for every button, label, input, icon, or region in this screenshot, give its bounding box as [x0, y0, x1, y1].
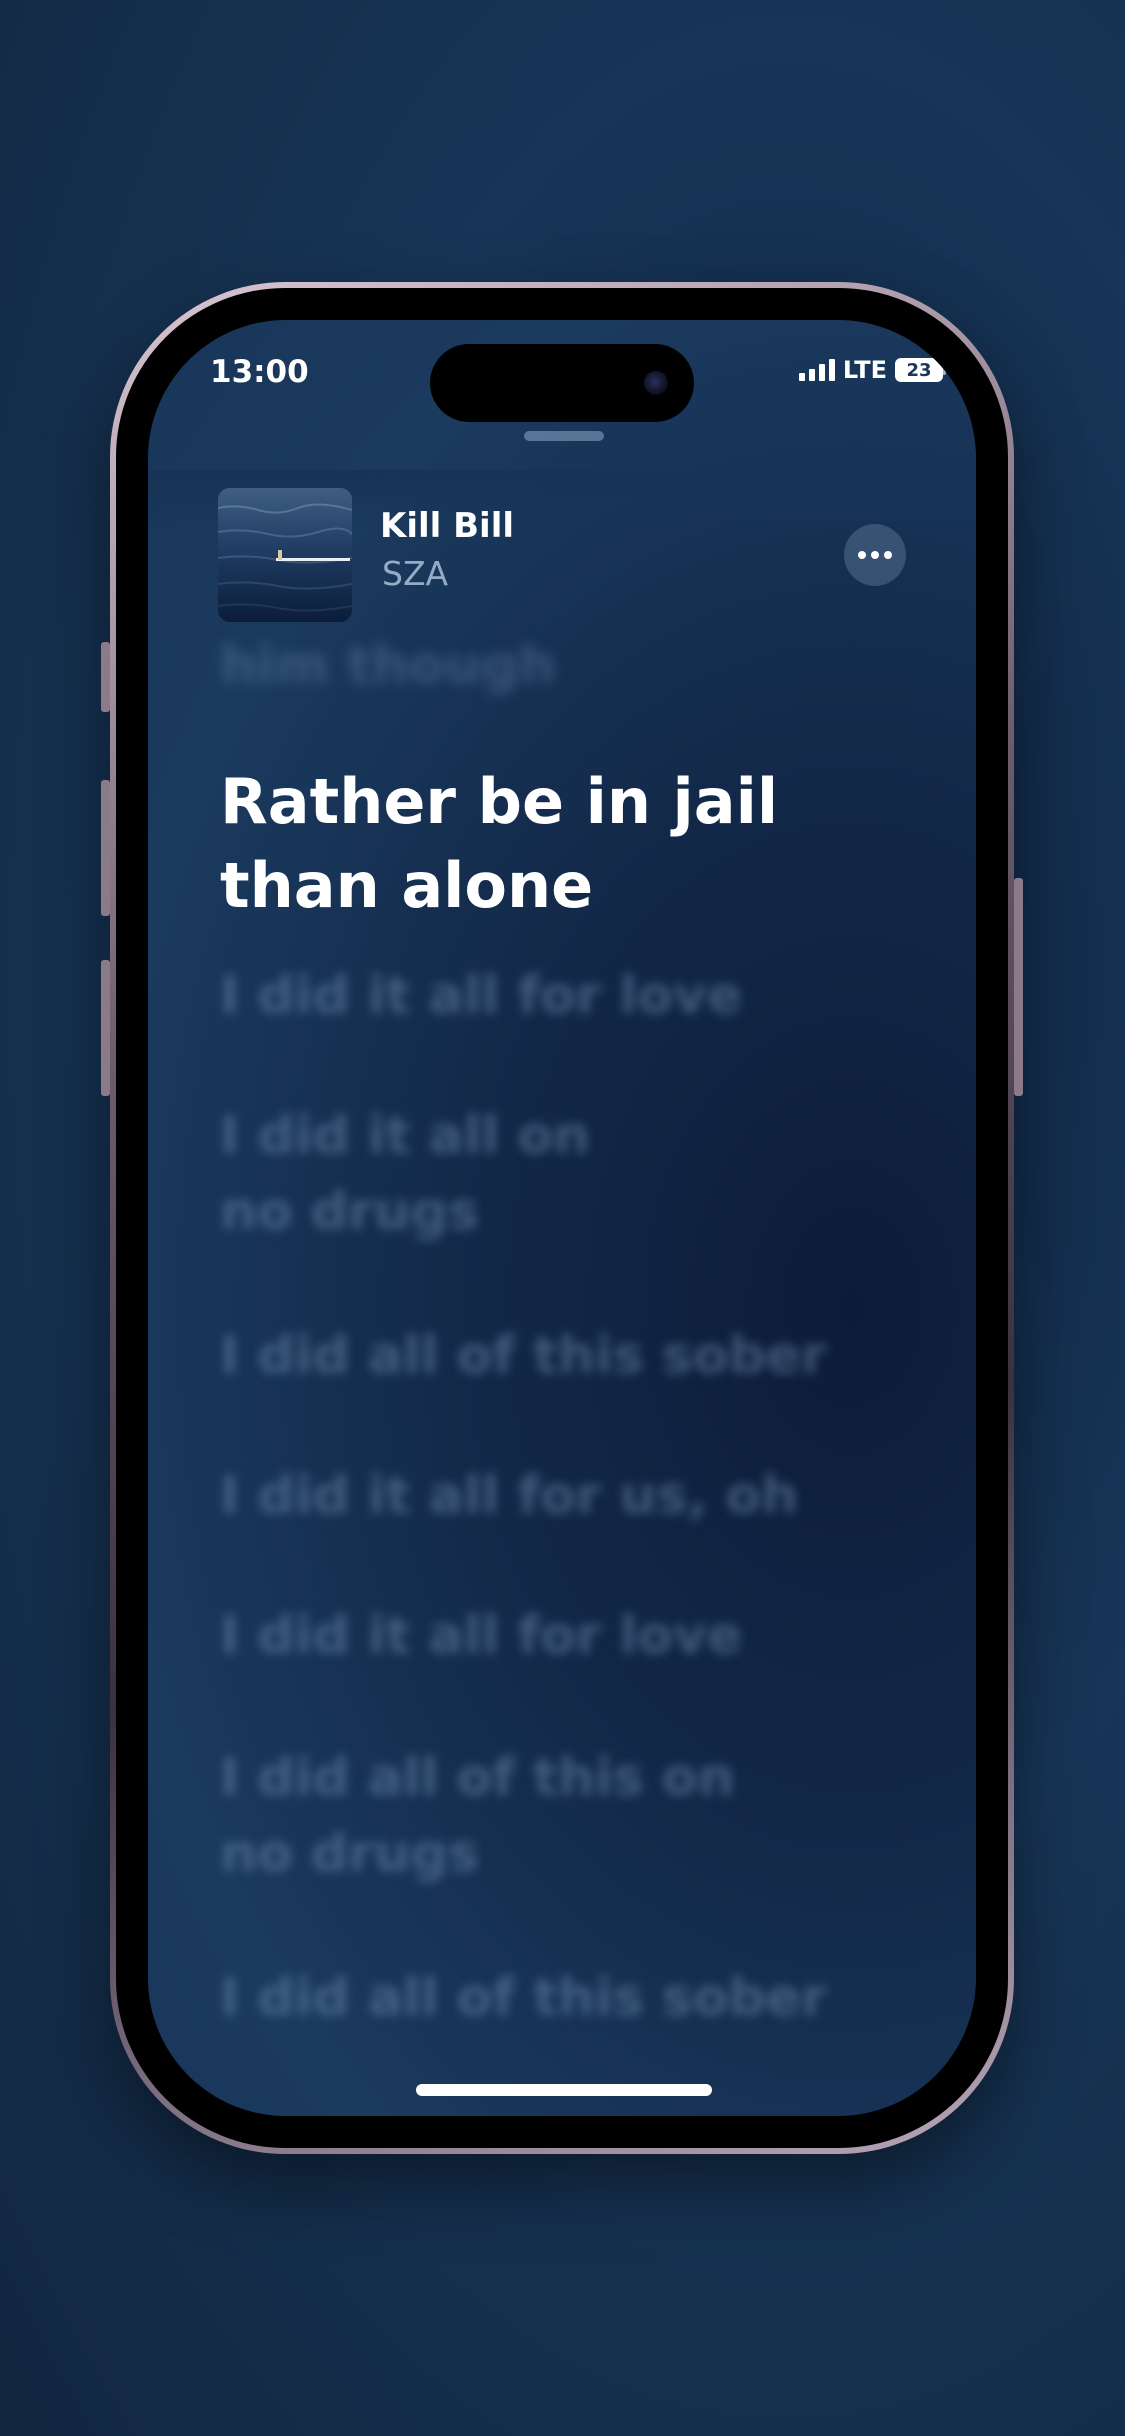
- lyric-line-current[interactable]: Rather be in jail than alone: [220, 760, 920, 928]
- lyric-line-upcoming[interactable]: I did all of this on no drugs: [220, 1740, 920, 1892]
- sheet-grabber[interactable]: [524, 431, 604, 441]
- battery-level: 23: [906, 359, 932, 381]
- status-indicators: LTE 23: [798, 356, 946, 384]
- screen: 13:00 LTE 23 him though Rather be in jai…: [148, 320, 976, 2116]
- track-artist[interactable]: SZA: [382, 554, 448, 593]
- lyric-line-upcoming[interactable]: I did it all for love: [220, 1598, 920, 1674]
- track-title[interactable]: Kill Bill: [380, 506, 514, 546]
- lyric-line-upcoming[interactable]: I did it all on no drugs: [220, 1098, 920, 1250]
- more-options-button[interactable]: [844, 524, 906, 586]
- lyric-line-upcoming[interactable]: I did all of this sober: [220, 1960, 920, 2036]
- lyric-line-upcoming[interactable]: I did it all for us, oh: [220, 1458, 920, 1534]
- battery-icon: 23: [895, 358, 946, 382]
- volume-up-button: [101, 780, 110, 916]
- lyric-line-previous[interactable]: him though: [220, 628, 920, 704]
- lyric-line-current-1: Rather be in jail: [220, 765, 779, 838]
- album-art[interactable]: [218, 488, 352, 622]
- status-time: 13:00: [210, 354, 309, 390]
- front-camera-icon: [644, 371, 668, 395]
- more-horizontal-icon: [858, 551, 866, 559]
- action-button: [101, 642, 110, 712]
- network-type: LTE: [842, 356, 887, 384]
- lyric-line-upcoming[interactable]: I did all of this sober: [220, 1318, 920, 1394]
- cellular-signal-icon: [798, 359, 835, 381]
- lyric-line-current-2: than alone: [220, 849, 594, 922]
- lyric-line-upcoming[interactable]: I did it all for love: [220, 958, 920, 1034]
- dynamic-island: [430, 344, 694, 422]
- home-indicator[interactable]: [416, 2084, 712, 2096]
- album-cover-image: [218, 488, 352, 622]
- volume-down-button: [101, 960, 110, 1096]
- power-button: [1014, 878, 1023, 1096]
